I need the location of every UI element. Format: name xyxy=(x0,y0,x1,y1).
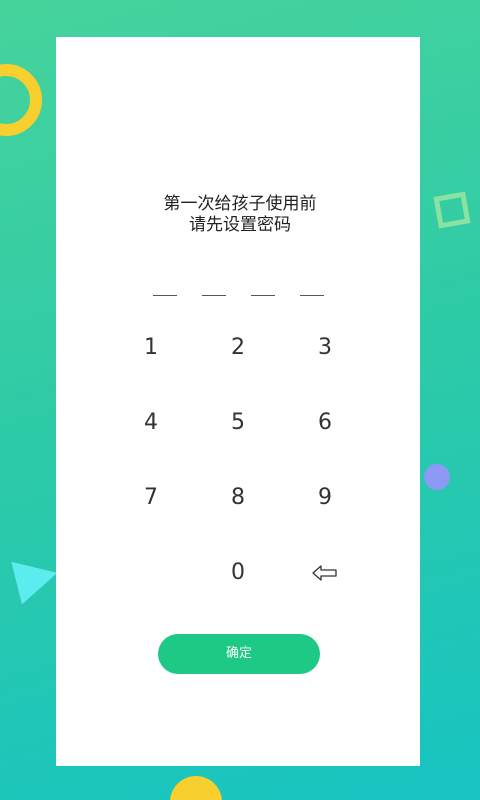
key-9[interactable]: 9 xyxy=(285,474,365,522)
key-2[interactable]: 2 xyxy=(198,324,278,372)
key-7[interactable]: 7 xyxy=(111,474,191,522)
backspace-button[interactable] xyxy=(285,549,365,597)
key-8[interactable]: 8 xyxy=(198,474,278,522)
key-6[interactable]: 6 xyxy=(285,399,365,447)
decorative-half-circle xyxy=(170,776,222,800)
key-5[interactable]: 5 xyxy=(198,399,278,447)
decorative-dot xyxy=(424,464,450,490)
decorative-triangle xyxy=(11,551,63,605)
prompt-line-2: 请先设置密码 xyxy=(189,215,291,235)
prompt-line-1: 第一次给孩子使用前 xyxy=(163,194,317,214)
setup-prompt: 第一次给孩子使用前 请先设置密码 xyxy=(0,194,480,236)
pin-display xyxy=(0,287,480,307)
key-0[interactable]: 0 xyxy=(198,549,278,597)
pin-slot xyxy=(251,295,275,296)
backspace-arrow-icon xyxy=(312,565,337,581)
decorative-ring xyxy=(0,64,42,136)
pin-slot xyxy=(202,295,226,296)
pin-slot xyxy=(153,295,177,296)
key-1[interactable]: 1 xyxy=(111,324,191,372)
confirm-button[interactable]: 确定 xyxy=(158,634,320,674)
screen-background: 第一次给孩子使用前 请先设置密码 1 2 3 4 5 6 7 8 9 0 确定 xyxy=(0,0,480,800)
key-3[interactable]: 3 xyxy=(285,324,365,372)
key-4[interactable]: 4 xyxy=(111,399,191,447)
pin-slot xyxy=(300,295,324,296)
